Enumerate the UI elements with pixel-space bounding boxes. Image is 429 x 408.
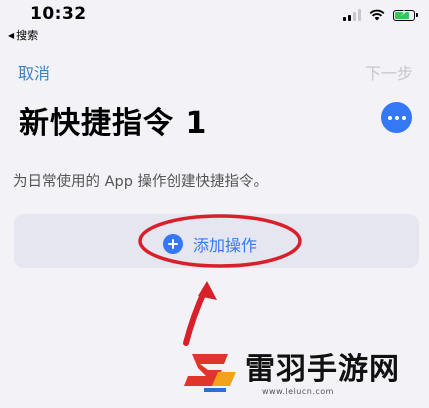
watermark-logo-icon: [184, 354, 236, 392]
annotation-arrow-shaft: [183, 287, 208, 346]
watermark-url: www.leiucn.com: [262, 387, 334, 396]
watermark-brand: 雷羽手游网: [245, 352, 400, 387]
annotation-circle: [138, 214, 302, 268]
